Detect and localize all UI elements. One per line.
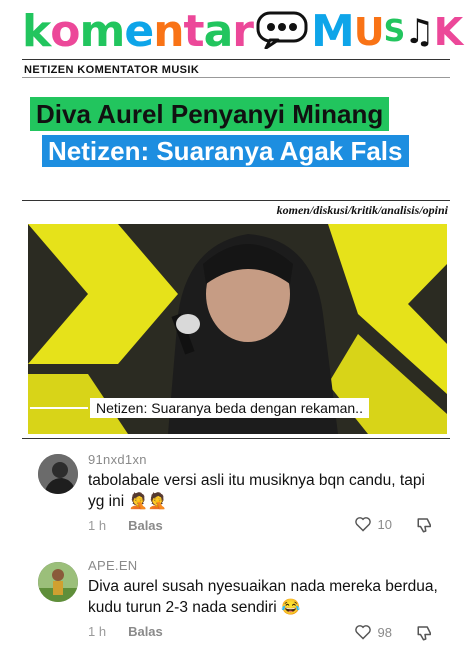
dislike-button[interactable]: [416, 516, 434, 539]
avatar[interactable]: [38, 562, 78, 602]
avatar[interactable]: [38, 454, 78, 494]
heart-icon: [354, 625, 371, 640]
music-note-icon: ♫: [404, 12, 435, 52]
thumbs-down-icon: [417, 518, 431, 533]
headline-line-2: Netizen: Suaranya Agak Fals: [42, 135, 409, 167]
comment-item: 91nxd1xn tabolabale versi asli itu musik…: [38, 448, 448, 548]
logo-letter: K: [433, 10, 463, 54]
comment-time: 1 h: [88, 518, 107, 533]
chat-bubble-icon: [256, 11, 308, 50]
comment-username[interactable]: 91nxd1xn: [88, 452, 147, 467]
comment-text: Diva aurel susah nyesuaikan nada mereka …: [88, 578, 438, 616]
logo-letter: M: [310, 6, 355, 57]
reply-button[interactable]: Balas: [128, 518, 163, 533]
logo-letter: k: [22, 6, 51, 57]
category-tags: komen/diskusi/kritik/analisis/opini: [276, 203, 448, 217]
like-count: 10: [377, 516, 392, 532]
comment-item: APE.EN Diva aurel susah nyesuaikan nada …: [38, 556, 448, 641]
headline-line-1: Diva Aurel Penyanyi Minang: [30, 97, 390, 131]
dislike-button[interactable]: [416, 624, 434, 647]
logo-letter: r: [232, 6, 254, 57]
logo-letter: o: [50, 6, 80, 57]
logo-letter: a: [203, 6, 234, 57]
logo-letter: m: [79, 6, 126, 57]
heart-icon: [354, 517, 371, 532]
divider: [22, 438, 450, 439]
like-button[interactable]: 10: [354, 516, 392, 532]
caption-accent-line: [30, 407, 88, 409]
comment-username[interactable]: APE.EN: [88, 558, 137, 573]
like-count: 98: [377, 624, 392, 640]
comment-text: tabolabale versi asli itu musiknya bqn c…: [88, 472, 425, 510]
logo-letter: S: [383, 14, 406, 49]
logo-letter: U: [353, 10, 385, 54]
logo-letter: e: [124, 6, 154, 57]
site-tagline: NETIZEN KOMENTATOR MUSIK: [24, 64, 200, 76]
logo-letter: n: [153, 6, 184, 57]
thumbs-down-icon: [417, 626, 431, 641]
like-button[interactable]: 98: [354, 624, 392, 640]
divider: [22, 59, 450, 60]
site-logo: k o m e n t a r M U S ♫ K: [22, 6, 463, 58]
comment-meta: 1 h Balas: [88, 518, 163, 533]
divider: [22, 200, 450, 201]
divider: [22, 77, 450, 78]
logo-letter: t: [183, 6, 205, 57]
video-caption: Netizen: Suaranya beda dengan rekaman..: [90, 398, 369, 418]
